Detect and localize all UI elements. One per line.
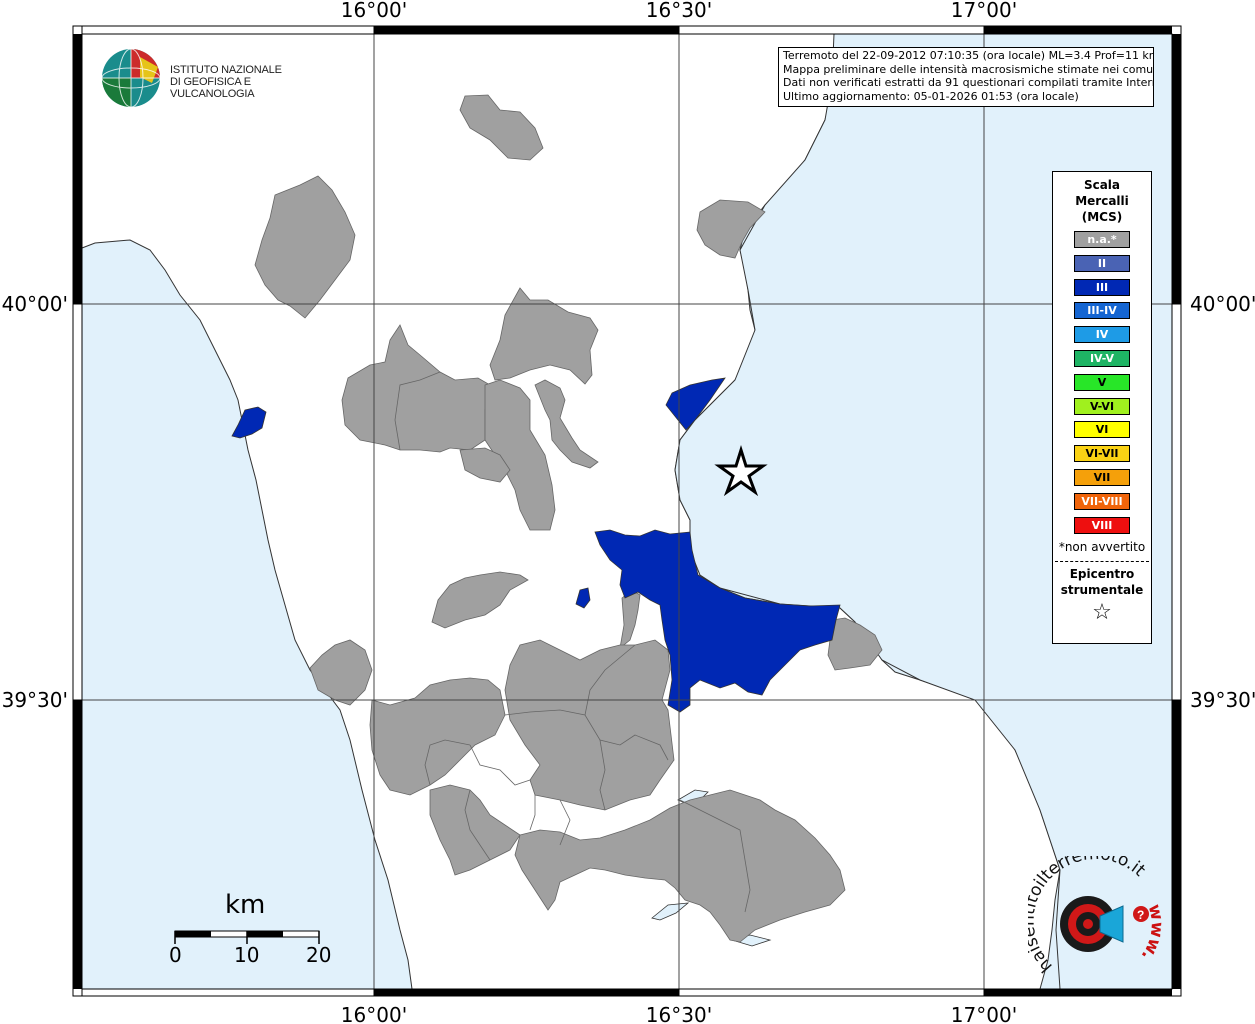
lat-tick-right-2: 39°30' [1190, 688, 1255, 712]
legend-item: VIII [1074, 516, 1130, 534]
globe-icon [101, 48, 161, 108]
ingv-name: ISTITUTO NAZIONALE DI GEOFISICA E VULCAN… [170, 64, 320, 100]
event-info-line: Ultimo aggiornamento: 05-01-2026 01:53 (… [783, 89, 1079, 103]
lat-tick-left-1: 40°00' [2, 292, 68, 316]
ingv-name-line2: DI GEOFISICA E VULCANOLOGIA [170, 76, 255, 100]
ingv-logo: ISTITUTO NAZIONALE DI GEOFISICA E VULCAN… [100, 47, 320, 111]
legend-item: IV-V [1074, 349, 1130, 367]
event-info-box: Terremoto del 22-09-2012 07:10:35 (ora l… [778, 47, 1154, 107]
legend-star-icon: ☆ [1092, 600, 1112, 626]
legend-item: III [1074, 278, 1130, 296]
legend-divider [1055, 561, 1149, 563]
scale-label-0: 0 [169, 943, 182, 967]
target-icon: haisentitoilterremoto.it www. ? [1019, 844, 1167, 976]
legend-item: V [1074, 373, 1130, 391]
legend-items: n.a.* II III III-IV IV IV-V V V-VI VI VI-VII VII VI… [1053, 231, 1151, 534]
legend-item: V-VI [1074, 397, 1130, 415]
legend-title: Scala Mercalli (MCS) [1053, 177, 1151, 225]
lon-tick-top-1: 16°00' [341, 0, 407, 22]
scale-label-20: 20 [306, 943, 332, 967]
scale-unit: km [225, 890, 266, 920]
hst-mark: ? [1137, 908, 1144, 922]
legend-title-line3: (MCS) [1081, 210, 1123, 224]
lat-tick-left-2: 39°30' [2, 688, 68, 712]
lon-tick-bottom-3: 17°00' [951, 1003, 1017, 1024]
lon-tick-bottom-1: 16°00' [341, 1003, 407, 1024]
hst-logo: haisentitoilterremoto.it www. ? [1019, 844, 1168, 986]
mcs-legend: Scala Mercalli (MCS) n.a.* II III III-IV IV I… [1052, 171, 1152, 644]
lon-tick-bottom-2: 16°30' [646, 1003, 712, 1024]
lon-tick-top-2: 16°30' [646, 0, 712, 22]
event-info-line: Mappa preliminare delle intensità macros… [783, 62, 1154, 76]
legend-item: VII-VIII [1074, 492, 1130, 510]
legend-note: *non avvertito [1058, 540, 1146, 555]
scale-bar: km 0 10 20 [160, 888, 340, 978]
legend-item: n.a.* [1074, 231, 1130, 248]
lon-tick-top-3: 17°00' [951, 0, 1017, 22]
legend-title-line1: Scala [1083, 178, 1121, 192]
event-info-line: Terremoto del 22-09-2012 07:10:35 (ora l… [783, 49, 1154, 62]
scale-label-10: 10 [234, 943, 260, 967]
legend-epicenter-line2: strumentale [1060, 583, 1144, 598]
ingv-name-line1: ISTITUTO NAZIONALE [170, 64, 282, 76]
legend-item: VI [1074, 421, 1130, 439]
legend-item: IV [1074, 326, 1130, 344]
legend-item: VI-VII [1074, 445, 1130, 463]
legend-item: VII [1074, 468, 1130, 486]
legend-epicenter-line1: Epicentro [1069, 567, 1135, 582]
legend-title-line2: Mercalli [1075, 194, 1129, 208]
legend-item: III-IV [1074, 302, 1130, 320]
legend-epicenter-label: Epicentro strumentale [1053, 566, 1151, 598]
legend-item: II [1074, 254, 1130, 272]
lat-tick-right-1: 40°00' [1190, 292, 1255, 316]
event-info-line: Dati non verificati estratti da 91 quest… [783, 76, 1154, 89]
